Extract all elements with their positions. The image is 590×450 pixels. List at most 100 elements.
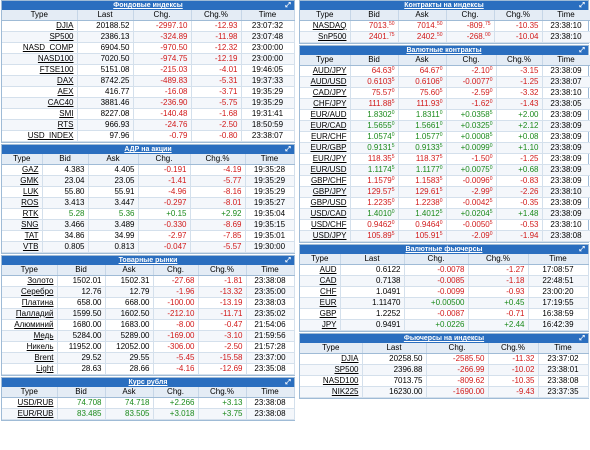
column-header[interactable]: Chg.% bbox=[496, 55, 543, 66]
instrument-link[interactable]: CAD bbox=[300, 275, 341, 287]
instrument-link[interactable]: TAT bbox=[2, 230, 43, 242]
table-row[interactable]: RTS 966.93 -24.76 -2.50 18:50:59 bbox=[2, 119, 295, 131]
instrument-link[interactable]: LUK bbox=[2, 186, 43, 198]
column-header[interactable]: Chg.% bbox=[494, 10, 543, 21]
stock-indices-title[interactable]: Фондовые индексы ⤢ bbox=[2, 1, 294, 10]
column-header[interactable]: Bid bbox=[57, 265, 106, 276]
column-header[interactable]: Ask bbox=[105, 387, 154, 398]
instrument-link[interactable]: AUD bbox=[300, 264, 341, 276]
instrument-link[interactable]: NIK225 bbox=[300, 386, 363, 398]
fx-futures-title[interactable]: Валютные фьючерсы ⤢ bbox=[300, 245, 588, 254]
instrument-link[interactable]: GMK bbox=[2, 175, 43, 187]
expand-arrow-icon[interactable]: ⤢ bbox=[285, 378, 291, 387]
table-row[interactable]: NASDAQ 7013.50 7014.50 -809.75 -10.35 23:38:1… bbox=[300, 20, 590, 32]
table-row[interactable]: EUR 1.11470 +0.00500 +0.45 17:19:55 bbox=[300, 297, 589, 309]
instrument-link[interactable]: VTB bbox=[2, 241, 43, 253]
column-header[interactable]: Time bbox=[246, 265, 295, 276]
instrument-link[interactable]: RTS bbox=[2, 119, 78, 131]
column-header[interactable]: Last bbox=[77, 10, 134, 21]
column-header[interactable]: Chg.% bbox=[198, 265, 247, 276]
table-row[interactable]: GBP 1.2252 -0.0087 -0.71 16:38:59 bbox=[300, 308, 589, 320]
table-row[interactable]: TAT 34.86 34.99 -2.97 -7.85 19:35:01 bbox=[2, 230, 295, 242]
table-row[interactable]: DAX 8742.25 -489.83 -5.31 19:37:33 bbox=[2, 75, 295, 87]
column-header[interactable]: Chg.% bbox=[191, 10, 242, 21]
column-header[interactable]: Chg.% bbox=[488, 343, 539, 354]
table-row[interactable]: EUR/CAD 1.56550 1.56610 +0.03250 +2.12 23:38:… bbox=[300, 120, 590, 132]
column-header[interactable]: Type bbox=[2, 265, 58, 276]
instrument-link[interactable]: JPY bbox=[300, 319, 341, 331]
instrument-link[interactable]: EUR/AUD bbox=[300, 109, 351, 121]
table-row[interactable]: AEX 416.77 -16.08 -3.71 19:35:29 bbox=[2, 86, 295, 98]
table-row[interactable]: SP500 2396.88 -266.99 -10.02 23:38:01 bbox=[300, 364, 589, 376]
column-header[interactable]: Chg. bbox=[153, 387, 199, 398]
column-header[interactable]: Time bbox=[542, 55, 590, 66]
fx-futures-title-text[interactable]: Валютные фьючерсы bbox=[406, 246, 483, 253]
instrument-link[interactable]: DJIA bbox=[2, 20, 78, 32]
table-row[interactable]: SP500 2386.13 -324.89 -11.98 23:07:48 bbox=[2, 31, 295, 43]
table-row[interactable]: GBP/USD 1.22350 1.22380 -0.00425 -0.35 23:38:… bbox=[300, 197, 590, 209]
table-row[interactable]: FTSE100 5151.08 -215.03 -4.01 19:46:05 bbox=[2, 64, 295, 76]
instrument-link[interactable]: GBP/CHF bbox=[300, 175, 351, 187]
instrument-link[interactable]: CAC40 bbox=[2, 97, 78, 109]
expand-arrow-icon[interactable]: ⤢ bbox=[579, 334, 585, 343]
table-row[interactable]: GBP/JPY 129.575 129.615 -2.990 -2.26 23:38:10 bbox=[300, 186, 590, 198]
table-row[interactable]: USD/JPY 105.895 105.915 -2.090 -1.94 23:38:08 bbox=[300, 230, 590, 242]
instrument-link[interactable]: Платина bbox=[2, 297, 58, 309]
table-row[interactable]: USD/CHF 0.94620 0.94640 -0.00505 -0.53 23:38:… bbox=[300, 219, 590, 231]
column-header[interactable]: Type bbox=[2, 387, 58, 398]
column-header[interactable]: Chg.% bbox=[198, 387, 247, 398]
ruble-title[interactable]: Курс рубля ⤢ bbox=[2, 378, 294, 387]
instrument-link[interactable]: NASD100 bbox=[300, 375, 363, 387]
table-row[interactable]: USD/RUB 74.708 74.718 +2.266 +3.13 23:38:08 bbox=[2, 397, 295, 409]
commodities-title-text[interactable]: Товарные рынки bbox=[119, 257, 178, 264]
column-header[interactable]: Last bbox=[340, 254, 405, 265]
table-row[interactable]: EUR/CHF 1.05740 1.05770 +0.00085 +0.08 23:38:… bbox=[300, 131, 590, 143]
table-row[interactable]: AUD 0.6122 -0.0078 -1.27 17:08:57 bbox=[300, 264, 589, 276]
index-contracts-title[interactable]: Контракты на индексы ⤢ bbox=[300, 1, 588, 10]
instrument-link[interactable]: FTSE100 bbox=[2, 64, 78, 76]
column-header[interactable]: Chg. bbox=[404, 254, 469, 265]
table-row[interactable]: GAZ 4.383 4.405 -0.191 -4.19 19:35:28 bbox=[2, 164, 295, 176]
instrument-link[interactable]: CHF bbox=[300, 286, 341, 298]
table-row[interactable]: ROS 3.413 3.447 -0.297 -8.01 19:35:27 bbox=[2, 197, 295, 209]
instrument-link[interactable]: SNG bbox=[2, 219, 43, 231]
expand-arrow-icon[interactable]: ⤢ bbox=[579, 46, 585, 55]
table-row[interactable]: EUR/RUB 83.485 83.505 +3.018 +3.75 23:38:08 bbox=[2, 408, 295, 420]
instrument-link[interactable]: SMI bbox=[2, 108, 78, 120]
table-row[interactable]: CHF 1.0491 -0.0099 -0.93 23:00:20 bbox=[300, 286, 589, 298]
instrument-link[interactable]: Золото bbox=[2, 275, 58, 287]
ruble-title-text[interactable]: Курс рубля bbox=[129, 379, 168, 386]
table-row[interactable]: SnP500 2401.75 2402.50 -268.00 -10.04 23:38:1… bbox=[300, 31, 590, 43]
table-row[interactable]: GMK 23.04 23.05 -1.41 -5.77 19:35:29 bbox=[2, 175, 295, 187]
instrument-link[interactable]: EUR/JPY bbox=[300, 153, 351, 165]
instrument-link[interactable]: NASD100 bbox=[2, 53, 78, 65]
column-header[interactable]: Ask bbox=[105, 265, 154, 276]
expand-arrow-icon[interactable]: ⤢ bbox=[579, 1, 585, 10]
table-row[interactable]: USD_INDEX 97.96 -0.79 -0.80 23:38:07 bbox=[2, 130, 295, 142]
expand-arrow-icon[interactable]: ⤢ bbox=[285, 256, 291, 265]
column-header[interactable]: Chg. bbox=[446, 55, 497, 66]
column-header[interactable]: Bid bbox=[42, 154, 89, 165]
table-row[interactable]: Brent 29.52 29.55 -5.45 -15.58 23:37:00 bbox=[2, 352, 295, 364]
table-row[interactable]: DJIA 20258.50 -2585.50 -11.32 23:37:02 bbox=[300, 353, 589, 365]
stock-indices-title-text[interactable]: Фондовые индексы bbox=[113, 2, 182, 9]
expand-arrow-icon[interactable]: ⤢ bbox=[579, 245, 585, 254]
instrument-link[interactable]: EUR/USD bbox=[300, 164, 351, 176]
expand-arrow-icon[interactable]: ⤢ bbox=[285, 145, 291, 154]
table-row[interactable]: AUD/JPY 64.630 64.670 -2.100 -3.15 23:38:09 bbox=[300, 65, 590, 77]
table-row[interactable]: NASD_COMP 6904.50 -970.50 -12.32 23:00:00 bbox=[2, 42, 295, 54]
instrument-link[interactable]: AUD/USD bbox=[300, 76, 351, 88]
table-row[interactable]: EUR/JPY 118.355 118.375 -1.500 -1.25 23:38:09 bbox=[300, 153, 590, 165]
table-row[interactable]: NASD100 7020.50 -974.75 -12.19 23:00:00 bbox=[2, 53, 295, 65]
table-row[interactable]: NIK225 16230.00 -1690.00 -9.43 23:37:35 bbox=[300, 386, 589, 398]
fx-contracts-title-text[interactable]: Валютные контракты bbox=[406, 47, 481, 54]
table-row[interactable]: EUR/USD 1.11745 1.11770 +0.00750 +0.68 23:38:… bbox=[300, 164, 590, 176]
instrument-link[interactable]: Brent bbox=[2, 352, 58, 364]
column-header[interactable]: Type bbox=[2, 154, 43, 165]
instrument-link[interactable]: GBP/JPY bbox=[300, 186, 351, 198]
instrument-link[interactable]: GAZ bbox=[2, 164, 43, 176]
instrument-link[interactable]: EUR/RUB bbox=[2, 408, 58, 420]
column-header[interactable]: Type bbox=[300, 10, 351, 21]
instrument-link[interactable]: CHF/JPY bbox=[300, 98, 351, 110]
commodities-title[interactable]: Товарные рынки ⤢ bbox=[2, 256, 294, 265]
